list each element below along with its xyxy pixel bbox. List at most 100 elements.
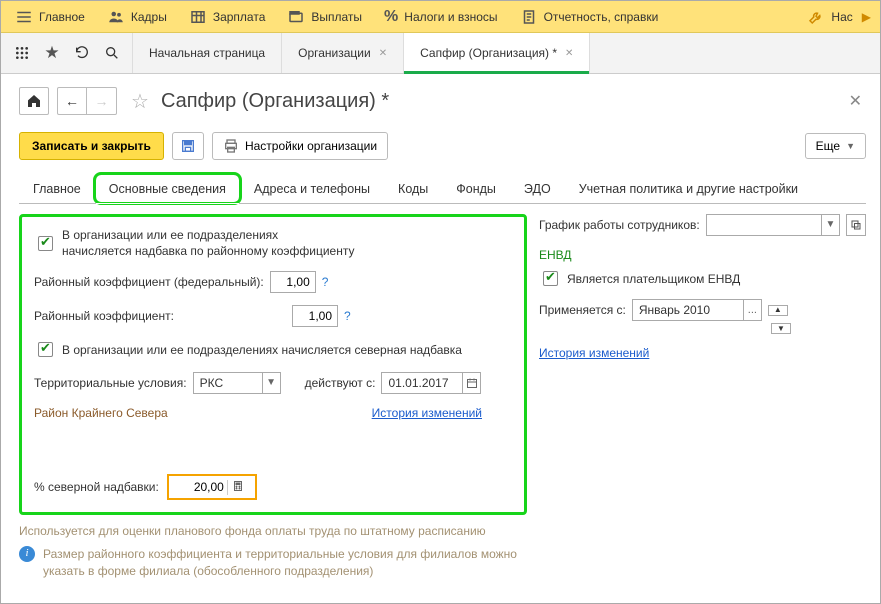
menu-scroll-right[interactable]: ▶ — [857, 10, 876, 24]
nav-back-button[interactable]: ← — [57, 87, 87, 115]
calculator-icon[interactable] — [227, 480, 249, 495]
history-link[interactable]: История изменений — [372, 406, 482, 420]
nav-forward-button[interactable]: → — [87, 87, 117, 115]
northern-bonus-label: В организации или ее подразделениях начи… — [62, 343, 462, 357]
save-button[interactable] — [172, 132, 204, 160]
form-tabs: Главное Основные сведения Адреса и телеф… — [19, 174, 866, 204]
history-button[interactable] — [67, 33, 97, 73]
envd-since-select[interactable]: Январь 2010 ... — [632, 299, 762, 321]
tab-close-icon[interactable]: ✕ — [565, 48, 573, 59]
grid-icon — [14, 45, 30, 61]
wrench-icon — [807, 8, 825, 26]
schedule-select[interactable]: ▼ — [706, 214, 840, 236]
tab-close-icon[interactable]: ✕ — [379, 48, 387, 59]
envd-label: Является плательщиком ЕНВД — [567, 272, 740, 286]
envd-since-label: Применяется с: — [539, 303, 626, 317]
schedule-label: График работы сотрудников: — [539, 218, 700, 232]
tab-organizations[interactable]: Организации✕ — [281, 33, 404, 73]
menu-payments[interactable]: Выплаты — [277, 4, 372, 30]
tab-home[interactable]: Начальная страница — [132, 33, 282, 73]
menu-settings-cut[interactable]: Нас — [797, 4, 854, 30]
terr-select[interactable]: РКС ▼ — [193, 372, 281, 394]
envd-history-link[interactable]: История изменений — [539, 346, 649, 360]
wallet-icon — [287, 8, 305, 26]
envd-since-value: Январь 2010 — [633, 303, 743, 317]
more-button[interactable]: Еще ▼ — [805, 133, 866, 159]
favorites-button[interactable]: ★ — [37, 33, 67, 73]
menu-reports[interactable]: Отчетность, справки — [510, 4, 669, 30]
terr-value: РКС — [194, 376, 262, 390]
page-title: Сапфир (Организация) * — [161, 90, 389, 113]
tab-main[interactable]: Главное — [19, 174, 95, 203]
envd-checkbox[interactable] — [543, 271, 558, 286]
tab-edo[interactable]: ЭДО — [510, 174, 565, 203]
menu-taxes[interactable]: % Налоги и взносы — [374, 4, 508, 30]
terr-since-label: действуют с: — [305, 376, 376, 390]
menu-salary-label: Зарплата — [213, 10, 266, 24]
org-settings-label: Настройки организации — [245, 139, 377, 153]
envd-heading: ЕНВД — [539, 248, 866, 262]
menu-staff[interactable]: Кадры — [97, 4, 177, 30]
tab-active-label: Сапфир (Организация) * — [420, 46, 557, 60]
terr-since-input[interactable]: 01.01.2017 — [381, 372, 481, 394]
main-menu-bar: Главное Кадры Зарплата Выплаты % Налоги … — [1, 1, 880, 33]
northern-pct-label: % северной надбавки: — [34, 480, 159, 494]
terr-label: Территориальные условия: — [34, 376, 187, 390]
rk-input[interactable] — [292, 305, 338, 327]
more-label: Еще — [816, 139, 840, 153]
star-icon: ★ — [44, 43, 59, 63]
document-icon — [520, 8, 538, 26]
burger-icon — [15, 8, 33, 26]
menu-settings-label: Нас — [831, 10, 852, 24]
tab-basic-info[interactable]: Основные сведения — [95, 174, 240, 203]
rk-federal-input[interactable] — [270, 271, 316, 293]
history-icon — [74, 45, 90, 61]
people-icon — [107, 8, 125, 26]
chevron-down-icon[interactable]: ▼ — [821, 215, 839, 235]
page-close-button[interactable]: ✕ — [845, 87, 866, 115]
regional-coeff-checkbox[interactable] — [38, 236, 53, 251]
rk-federal-label: Районный коэффициент (федеральный): — [34, 275, 264, 289]
rk-help[interactable]: ? — [344, 309, 351, 323]
ellipsis-icon[interactable]: ... — [743, 300, 761, 320]
tab-sapphire[interactable]: Сапфир (Организация) * ✕ — [403, 33, 590, 73]
printer-icon — [223, 138, 239, 154]
tab-addresses[interactable]: Адреса и телефоны — [240, 174, 384, 203]
northern-pct-input[interactable] — [169, 479, 227, 495]
table-icon — [189, 8, 207, 26]
menu-main-label: Главное — [39, 10, 85, 24]
tab-policy[interactable]: Учетная политика и другие настройки — [565, 174, 812, 203]
northern-bonus-checkbox[interactable] — [38, 342, 53, 357]
usage-note: Используется для оценки планового фонда … — [19, 523, 524, 540]
envd-spinner-down[interactable]: ▼ — [771, 323, 791, 334]
save-and-close-button[interactable]: Записать и закрыть — [19, 132, 164, 160]
apps-grid-button[interactable] — [7, 33, 37, 73]
open-icon — [850, 219, 862, 231]
chevron-down-icon[interactable]: ▼ — [262, 373, 280, 393]
northern-pct-field[interactable] — [167, 474, 257, 500]
form-toolbar: Записать и закрыть Настройки организации… — [19, 132, 866, 160]
tab-home-label: Начальная страница — [149, 46, 265, 60]
open-schedule-button[interactable] — [846, 214, 866, 236]
page-header: ← → ☆ Сапфир (Организация) * ✕ — [19, 84, 866, 118]
rk-federal-help[interactable]: ? — [322, 275, 329, 289]
tab-codes[interactable]: Коды — [384, 174, 442, 203]
terr-since-value: 01.01.2017 — [382, 376, 462, 390]
menu-reports-label: Отчетность, справки — [544, 10, 659, 24]
highlighted-section: В организации или ее подразделениях начи… — [19, 214, 527, 515]
envd-spinner-up[interactable]: ▲ — [768, 305, 788, 316]
calendar-icon[interactable] — [462, 373, 480, 393]
favorite-toggle[interactable]: ☆ — [131, 89, 149, 114]
rk-label: Районный коэффициент: — [34, 309, 230, 323]
search-button[interactable] — [97, 33, 127, 73]
home-button[interactable] — [19, 87, 49, 115]
org-settings-button[interactable]: Настройки организации — [212, 132, 388, 160]
arrow-right-icon: → — [95, 93, 109, 109]
menu-salary[interactable]: Зарплата — [179, 4, 276, 30]
menu-burger[interactable]: Главное — [5, 4, 95, 30]
menu-staff-label: Кадры — [131, 10, 167, 24]
window-tab-strip: ★ Начальная страница Организации✕ Сапфир… — [1, 33, 880, 74]
tab-funds[interactable]: Фонды — [442, 174, 510, 203]
info-note-row: i Размер районного коэффициента и террит… — [19, 546, 527, 580]
info-note-text: Размер районного коэффициента и территор… — [43, 546, 527, 580]
